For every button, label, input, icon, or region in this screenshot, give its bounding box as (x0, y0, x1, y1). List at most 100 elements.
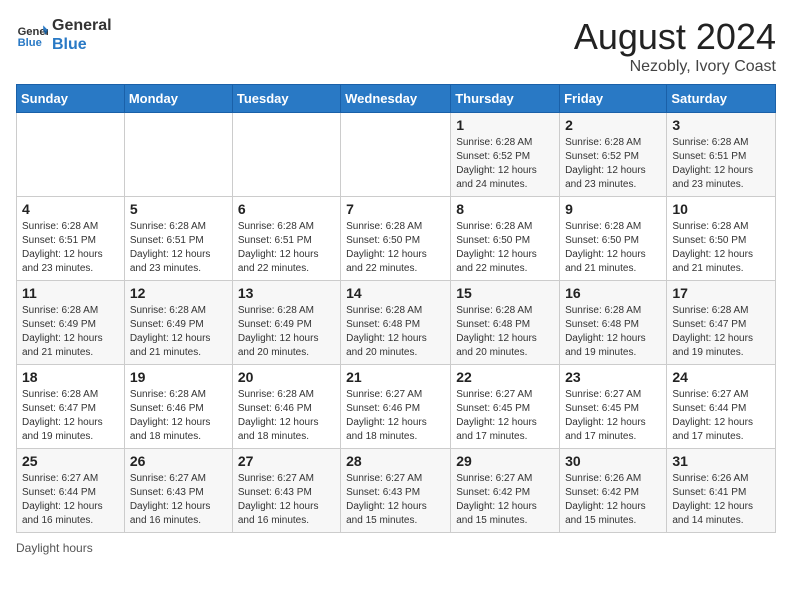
day-info: Sunrise: 6:28 AM Sunset: 6:50 PM Dayligh… (346, 220, 445, 276)
day-info: Sunrise: 6:28 AM Sunset: 6:49 PM Dayligh… (22, 304, 119, 360)
day-info: Sunrise: 6:28 AM Sunset: 6:47 PM Dayligh… (672, 304, 770, 360)
calendar-cell (232, 113, 340, 197)
day-info: Sunrise: 6:28 AM Sunset: 6:46 PM Dayligh… (130, 388, 227, 444)
day-info: Sunrise: 6:28 AM Sunset: 6:50 PM Dayligh… (672, 220, 770, 276)
logo-text-blue: Blue (52, 35, 112, 54)
day-info: Sunrise: 6:28 AM Sunset: 6:51 PM Dayligh… (672, 136, 770, 192)
day-number: 29 (456, 453, 554, 469)
day-info: Sunrise: 6:28 AM Sunset: 6:51 PM Dayligh… (130, 220, 227, 276)
day-info: Sunrise: 6:27 AM Sunset: 6:42 PM Dayligh… (456, 472, 554, 528)
day-info: Sunrise: 6:27 AM Sunset: 6:45 PM Dayligh… (565, 388, 661, 444)
svg-text:Blue: Blue (18, 37, 42, 49)
day-info: Sunrise: 6:28 AM Sunset: 6:50 PM Dayligh… (456, 220, 554, 276)
calendar-week-row: 18 Sunrise: 6:28 AM Sunset: 6:47 PM Dayli… (17, 365, 776, 449)
day-info: Sunrise: 6:27 AM Sunset: 6:46 PM Dayligh… (346, 388, 445, 444)
calendar-cell: 6 Sunrise: 6:28 AM Sunset: 6:51 PM Daylig… (232, 197, 340, 281)
day-info: Sunrise: 6:27 AM Sunset: 6:43 PM Dayligh… (346, 472, 445, 528)
calendar-week-row: 1Sunrise: 6:28 AM Sunset: 6:52 PM Daylig… (17, 113, 776, 197)
day-number: 24 (672, 369, 770, 385)
day-number: 13 (238, 285, 335, 301)
day-number: 21 (346, 369, 445, 385)
day-of-week-header: Sunday (17, 85, 125, 113)
day-number: 17 (672, 285, 770, 301)
calendar-cell: 30 Sunrise: 6:26 AM Sunset: 6:42 PM Dayli… (560, 449, 667, 533)
calendar-cell: 10 Sunrise: 6:28 AM Sunset: 6:50 PM Dayli… (667, 197, 776, 281)
day-number: 8 (456, 201, 554, 217)
subtitle: Nezobly, Ivory Coast (574, 58, 776, 76)
daylight-label: Daylight hours (16, 541, 93, 555)
day-number: 2 (565, 117, 661, 133)
calendar-cell: 12Sunrise: 6:28 AM Sunset: 6:49 PM Dayli… (124, 281, 232, 365)
day-info: Sunrise: 6:26 AM Sunset: 6:42 PM Dayligh… (565, 472, 661, 528)
calendar-cell: 29 Sunrise: 6:27 AM Sunset: 6:42 PM Dayli… (451, 449, 560, 533)
logo-text-general: General (52, 16, 112, 35)
day-number: 20 (238, 369, 335, 385)
day-of-week-header: Wednesday (341, 85, 451, 113)
calendar-cell: 9 Sunrise: 6:28 AM Sunset: 6:50 PM Daylig… (560, 197, 667, 281)
day-info: Sunrise: 6:28 AM Sunset: 6:52 PM Dayligh… (456, 136, 554, 192)
calendar-cell: 19Sunrise: 6:28 AM Sunset: 6:46 PM Dayli… (124, 365, 232, 449)
calendar-cell (341, 113, 451, 197)
day-of-week-header: Saturday (667, 85, 776, 113)
day-number: 4 (22, 201, 119, 217)
title-block: August 2024 Nezobly, Ivory Coast (574, 16, 776, 76)
page-header: General Blue General Blue August 2024 Ne… (16, 16, 776, 76)
day-number: 22 (456, 369, 554, 385)
day-number: 3 (672, 117, 770, 133)
calendar-table: SundayMondayTuesdayWednesdayThursdayFrid… (16, 84, 776, 533)
day-number: 7 (346, 201, 445, 217)
day-number: 30 (565, 453, 661, 469)
calendar-cell: 4 Sunrise: 6:28 AM Sunset: 6:51 PM Daylig… (17, 197, 125, 281)
day-info: Sunrise: 6:27 AM Sunset: 6:43 PM Dayligh… (238, 472, 335, 528)
calendar-cell: 23 Sunrise: 6:27 AM Sunset: 6:45 PM Dayli… (560, 365, 667, 449)
day-number: 5 (130, 201, 227, 217)
day-info: Sunrise: 6:28 AM Sunset: 6:48 PM Dayligh… (346, 304, 445, 360)
day-info: Sunrise: 6:28 AM Sunset: 6:49 PM Dayligh… (130, 304, 227, 360)
day-info: Sunrise: 6:27 AM Sunset: 6:45 PM Dayligh… (456, 388, 554, 444)
day-number: 10 (672, 201, 770, 217)
day-number: 16 (565, 285, 661, 301)
day-number: 26 (130, 453, 227, 469)
calendar-cell: 14 Sunrise: 6:28 AM Sunset: 6:48 PM Dayli… (341, 281, 451, 365)
calendar-cell: 27 Sunrise: 6:27 AM Sunset: 6:43 PM Dayli… (232, 449, 340, 533)
calendar-cell: 18 Sunrise: 6:28 AM Sunset: 6:47 PM Dayli… (17, 365, 125, 449)
day-info: Sunrise: 6:28 AM Sunset: 6:47 PM Dayligh… (22, 388, 119, 444)
day-number: 27 (238, 453, 335, 469)
calendar-cell: 5 Sunrise: 6:28 AM Sunset: 6:51 PM Daylig… (124, 197, 232, 281)
day-info: Sunrise: 6:27 AM Sunset: 6:44 PM Dayligh… (22, 472, 119, 528)
calendar-week-row: 4 Sunrise: 6:28 AM Sunset: 6:51 PM Daylig… (17, 197, 776, 281)
day-of-week-header: Friday (560, 85, 667, 113)
calendar-week-row: 11 Sunrise: 6:28 AM Sunset: 6:49 PM Dayli… (17, 281, 776, 365)
day-info: Sunrise: 6:28 AM Sunset: 6:50 PM Dayligh… (565, 220, 661, 276)
day-of-week-header: Monday (124, 85, 232, 113)
calendar-cell: 7 Sunrise: 6:28 AM Sunset: 6:50 PM Daylig… (341, 197, 451, 281)
day-number: 18 (22, 369, 119, 385)
logo: General Blue General Blue (16, 16, 112, 54)
day-number: 6 (238, 201, 335, 217)
day-info: Sunrise: 6:28 AM Sunset: 6:48 PM Dayligh… (565, 304, 661, 360)
day-info: Sunrise: 6:27 AM Sunset: 6:43 PM Dayligh… (130, 472, 227, 528)
day-number: 23 (565, 369, 661, 385)
calendar-cell: 21 Sunrise: 6:27 AM Sunset: 6:46 PM Dayli… (341, 365, 451, 449)
calendar-cell: 22 Sunrise: 6:27 AM Sunset: 6:45 PM Dayli… (451, 365, 560, 449)
calendar-cell: 15Sunrise: 6:28 AM Sunset: 6:48 PM Dayli… (451, 281, 560, 365)
day-info: Sunrise: 6:28 AM Sunset: 6:49 PM Dayligh… (238, 304, 335, 360)
calendar-cell: 25Sunrise: 6:27 AM Sunset: 6:44 PM Dayli… (17, 449, 125, 533)
day-info: Sunrise: 6:26 AM Sunset: 6:41 PM Dayligh… (672, 472, 770, 528)
footer: Daylight hours (16, 541, 776, 555)
day-number: 11 (22, 285, 119, 301)
calendar-cell: 20Sunrise: 6:28 AM Sunset: 6:46 PM Dayli… (232, 365, 340, 449)
calendar-cell: 26 Sunrise: 6:27 AM Sunset: 6:43 PM Dayli… (124, 449, 232, 533)
calendar-cell: 31 Sunrise: 6:26 AM Sunset: 6:41 PM Dayli… (667, 449, 776, 533)
day-number: 9 (565, 201, 661, 217)
day-info: Sunrise: 6:28 AM Sunset: 6:51 PM Dayligh… (22, 220, 119, 276)
main-title: August 2024 (574, 16, 776, 58)
day-number: 31 (672, 453, 770, 469)
day-number: 14 (346, 285, 445, 301)
calendar-cell: 8 Sunrise: 6:28 AM Sunset: 6:50 PM Daylig… (451, 197, 560, 281)
day-info: Sunrise: 6:28 AM Sunset: 6:52 PM Dayligh… (565, 136, 661, 192)
day-info: Sunrise: 6:28 AM Sunset: 6:51 PM Dayligh… (238, 220, 335, 276)
calendar-cell: 11 Sunrise: 6:28 AM Sunset: 6:49 PM Dayli… (17, 281, 125, 365)
day-info: Sunrise: 6:28 AM Sunset: 6:48 PM Dayligh… (456, 304, 554, 360)
calendar-header: SundayMondayTuesdayWednesdayThursdayFrid… (17, 85, 776, 113)
